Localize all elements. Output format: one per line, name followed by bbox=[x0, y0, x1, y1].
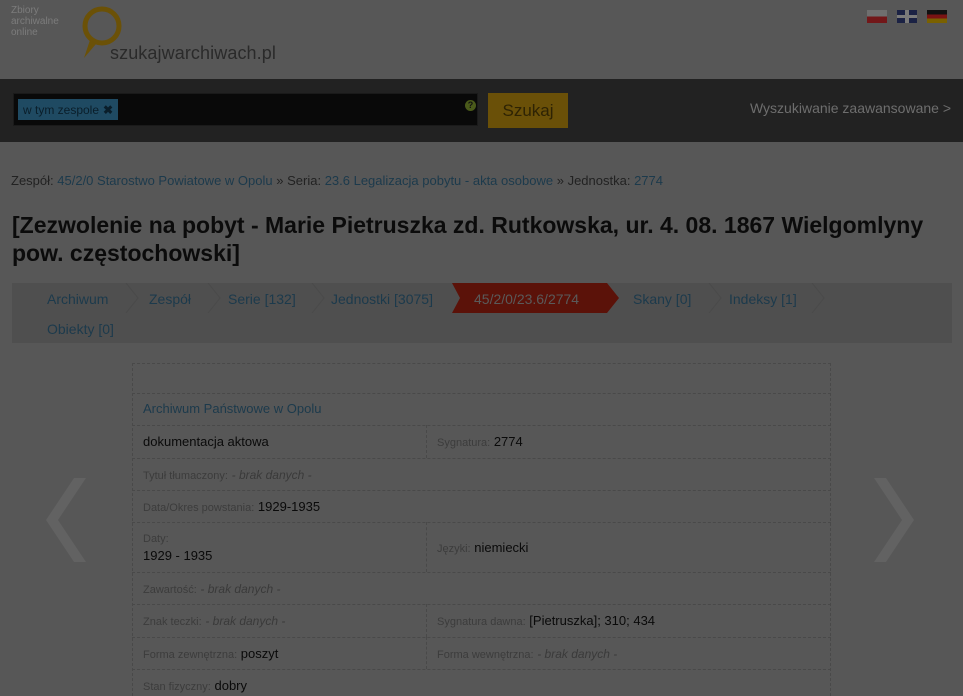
languages-label: Języki: bbox=[437, 543, 471, 555]
column-divider bbox=[426, 522, 427, 572]
folder-mark-label: Znak teczki: bbox=[143, 616, 202, 628]
internal-form-field: Forma wewnętrzna: - brak danych - bbox=[437, 646, 617, 661]
tab-jednostki[interactable]: Jednostki [3075] bbox=[331, 291, 433, 307]
content-field: Zawartość: - brak danych - bbox=[143, 581, 280, 596]
site-tagline: Zbiory archiwalne online bbox=[11, 5, 59, 38]
document-type: dokumentacja aktowa bbox=[143, 434, 269, 449]
sygnatura-value: 2774 bbox=[493, 434, 523, 449]
scope-filter-label: w tym zespole bbox=[23, 102, 100, 117]
page-title: [Zezwolenie na pobyt - Marie Pietruszka … bbox=[12, 212, 924, 266]
tab-current-unit[interactable]: 45/2/0/23.6/2774 bbox=[474, 291, 579, 307]
internal-form-value: - brak danych - bbox=[537, 647, 618, 661]
dates-value: 1929 - 1935 bbox=[143, 548, 213, 563]
old-signature-value: [Pietruszka]; 310; 434 bbox=[529, 613, 656, 628]
translated-title-label: Tytuł tłumaczony: bbox=[143, 470, 228, 482]
breadcrumb-jednostka-link[interactable]: 2774 bbox=[634, 173, 663, 188]
tab-indeksy[interactable]: Indeksy [1] bbox=[729, 291, 797, 307]
de-flag-icon[interactable] bbox=[927, 10, 947, 23]
dates-label: Daty: bbox=[143, 533, 169, 545]
creation-period-value: 1929-1935 bbox=[257, 499, 321, 514]
breadcrumb-zespol-label: Zespół: bbox=[11, 173, 54, 188]
scope-filter-tag[interactable]: w tym zespole ✖ bbox=[18, 99, 119, 120]
physical-state-field: Stan fizyczny: dobry bbox=[143, 678, 247, 693]
folder-mark-value: - brak danych - bbox=[205, 614, 286, 628]
content-value: - brak danych - bbox=[200, 582, 281, 596]
archive-name-link[interactable]: Archiwum Państwowe w Opolu bbox=[143, 401, 321, 416]
breadcrumb: Zespół: 45/2/0 Starostwo Powiatowe w Opo… bbox=[11, 173, 663, 188]
help-icon[interactable]: ? bbox=[465, 100, 476, 111]
search-button[interactable]: Szukaj bbox=[488, 93, 568, 128]
breadcrumb-separator: » bbox=[556, 173, 564, 188]
column-divider bbox=[426, 604, 427, 637]
external-form-field: Forma zewnętrzna: poszyt bbox=[143, 646, 278, 661]
tab-archiwum[interactable]: Archiwum bbox=[47, 291, 108, 307]
remove-filter-icon[interactable]: ✖ bbox=[103, 103, 113, 117]
tab-serie[interactable]: Serie [132] bbox=[228, 291, 296, 307]
tab-obiekty[interactable]: Obiekty [0] bbox=[47, 321, 114, 337]
breadcrumb-seria-link[interactable]: 23.6 Legalizacja pobytu - akta osobowe bbox=[325, 173, 553, 188]
gb-flag-icon[interactable] bbox=[897, 10, 917, 23]
language-flags bbox=[867, 10, 947, 23]
site-header: Zbiory archiwalne online szukajwarchiwac… bbox=[0, 0, 963, 79]
pl-flag-icon[interactable] bbox=[867, 10, 887, 23]
creation-period-label: Data/Okres powstania: bbox=[143, 502, 255, 514]
external-form-label: Forma zewnętrzna: bbox=[143, 649, 238, 661]
languages-field: Języki: niemiecki bbox=[437, 540, 528, 555]
old-signature-label: Sygnatura dawna: bbox=[437, 616, 526, 628]
tab-zespol[interactable]: Zespół bbox=[149, 291, 191, 307]
breadcrumb-seria-label: Seria: bbox=[287, 173, 322, 188]
site-logo-text[interactable]: szukajwarchiwach.pl bbox=[110, 43, 276, 64]
content-label: Zawartość: bbox=[143, 584, 197, 596]
breadcrumb-zespol-link[interactable]: 45/2/0 Starostwo Powiatowe w Opolu bbox=[57, 173, 272, 188]
previous-arrow-icon[interactable] bbox=[44, 478, 86, 562]
advanced-search-link[interactable]: Wyszukiwanie zaawansowane > bbox=[750, 100, 951, 116]
translated-title-field: Tytuł tłumaczony: - brak danych - bbox=[143, 467, 312, 482]
breadcrumb-jednostka-label: Jednostka: bbox=[567, 173, 631, 188]
tab-skany[interactable]: Skany [0] bbox=[633, 291, 691, 307]
folder-mark-field: Znak teczki: - brak danych - bbox=[143, 613, 285, 628]
internal-form-label: Forma wewnętrzna: bbox=[437, 649, 534, 661]
physical-state-value: dobry bbox=[214, 678, 248, 693]
sygnatura-label: Sygnatura: bbox=[437, 437, 491, 449]
sygnatura-field: Sygnatura: 2774 bbox=[437, 434, 523, 449]
translated-title-value: - brak danych - bbox=[231, 468, 312, 482]
creation-period-field: Data/Okres powstania: 1929-1935 bbox=[143, 499, 320, 514]
breadcrumb-separator: » bbox=[276, 173, 284, 188]
column-divider bbox=[426, 425, 427, 458]
next-arrow-icon[interactable] bbox=[874, 478, 916, 562]
languages-value: niemiecki bbox=[474, 540, 529, 555]
physical-state-label: Stan fizyczny: bbox=[143, 681, 211, 693]
old-signature-field: Sygnatura dawna: [Pietruszka]; 310; 434 bbox=[437, 613, 655, 628]
external-form-value: poszyt bbox=[240, 646, 279, 661]
column-divider bbox=[426, 637, 427, 669]
